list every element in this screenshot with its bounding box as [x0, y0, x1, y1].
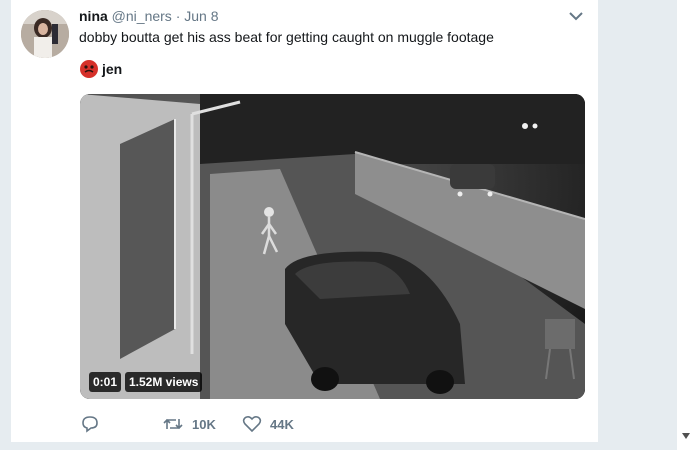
like-count: 44K	[270, 416, 294, 432]
reply-icon	[82, 416, 98, 433]
avatar[interactable]	[21, 10, 69, 58]
like-button[interactable]: 44K	[242, 413, 294, 435]
retweet-button[interactable]: 10K	[162, 413, 216, 435]
tweet-header: nina @ni_ners · Jun 8	[79, 8, 219, 24]
author-name[interactable]: nina	[79, 8, 108, 24]
tweet-text: dobby boutta get his ass beat for gettin…	[79, 29, 494, 45]
chevron-down-icon[interactable]	[568, 10, 584, 22]
quoted-user-label: jen	[102, 61, 123, 77]
heart-icon	[242, 415, 262, 433]
red-face-emoji-icon	[80, 60, 98, 78]
header-separator: ·	[175, 8, 181, 24]
video-time-badge: 0:01	[89, 372, 122, 392]
video-player[interactable]	[80, 94, 585, 399]
video-frame	[80, 94, 585, 399]
video-views-badge: 1.52M views	[125, 372, 203, 392]
scrollbar[interactable]	[677, 0, 694, 450]
tweet-date[interactable]: Jun 8	[184, 8, 218, 24]
retweet-count: 10K	[192, 416, 216, 432]
author-handle[interactable]: @ni_ners	[112, 8, 172, 24]
scroll-down-arrow-icon[interactable]	[682, 433, 690, 439]
reply-button[interactable]	[80, 413, 100, 435]
quoted-label-row: jen	[79, 58, 122, 80]
retweet-icon	[163, 418, 183, 430]
